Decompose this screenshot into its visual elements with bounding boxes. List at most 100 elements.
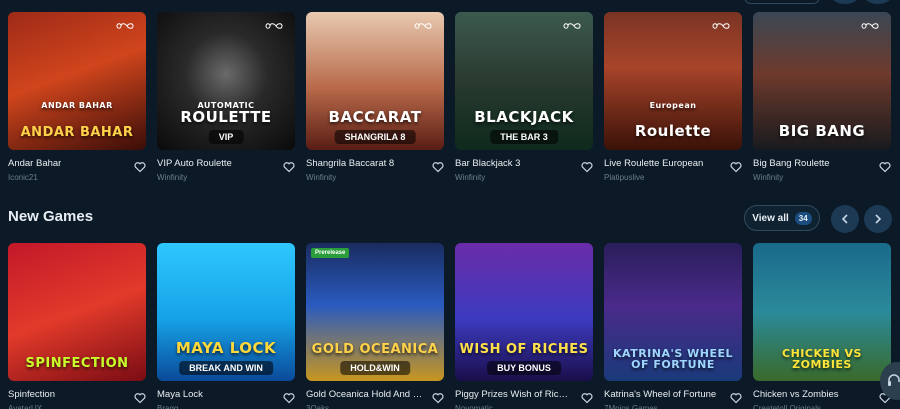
game-name[interactable]: Gold Oceanica Hold And Win	[306, 389, 424, 400]
game-card[interactable]: ANDAR BAHAR ANDAR BAHAR Andar Bahar Iconic2…	[8, 12, 146, 190]
top-next-partial[interactable]	[864, 0, 892, 4]
infinity-logo-icon	[861, 17, 883, 29]
game-meta: Piggy Prizes Wish of Riches Buy... Novoma…	[455, 389, 593, 409]
game-name[interactable]: Maya Lock	[157, 389, 203, 400]
game-meta: Katrina's Wheel of Fortune 7Mojos Games	[604, 389, 742, 409]
game-provider[interactable]: Winfinity	[455, 173, 520, 182]
game-thumbnail[interactable]: MAYA LOCK BREAK AND WIN	[157, 243, 295, 381]
game-name[interactable]: Spinfection	[8, 389, 55, 400]
top-prev-partial[interactable]	[831, 0, 859, 4]
game-provider[interactable]: Bragg	[157, 404, 203, 409]
favorite-heart-icon[interactable]	[432, 391, 444, 404]
prev-button[interactable]	[831, 205, 859, 233]
game-thumbnail[interactable]: Prerelease GOLD OCEANICA HOLD&WIN	[306, 243, 444, 381]
favorite-heart-icon[interactable]	[283, 160, 295, 173]
game-card[interactable]: MAYA LOCK BREAK AND WIN Maya Lock Bragg	[157, 243, 295, 409]
favorite-heart-icon[interactable]	[730, 391, 742, 404]
thumbnail-brand-text: ANDAR BAHAR	[41, 101, 113, 110]
game-card[interactable]: European Roulette Live Roulette European Pl…	[604, 12, 742, 190]
game-meta: Spinfection AvatarUX	[8, 389, 146, 409]
chevron-right-icon	[875, 214, 882, 224]
section-title: New Games	[8, 208, 94, 225]
favorite-heart-icon[interactable]	[581, 160, 593, 173]
game-meta: Gold Oceanica Hold And Win 3Oaks	[306, 389, 444, 409]
game-meta: VIP Auto Roulette Winfinity	[157, 158, 295, 190]
view-all-count-badge: 34	[794, 211, 812, 225]
favorite-heart-icon[interactable]	[581, 391, 593, 404]
thumbnail-title: ROULETTE	[180, 108, 272, 127]
game-meta: Chicken vs Zombies Createtoll Originals	[753, 389, 891, 409]
game-provider[interactable]: AvatarUX	[8, 404, 55, 409]
game-card[interactable]: Prerelease GOLD OCEANICA HOLD&WIN Gold Ocea…	[306, 243, 444, 409]
game-name[interactable]: Shangrila Baccarat 8	[306, 158, 394, 169]
game-name[interactable]: Live Roulette European	[604, 158, 703, 169]
game-thumbnail[interactable]: WISH OF RICHES BUY BONUS	[455, 243, 593, 381]
game-thumbnail[interactable]: SPINFECTION	[8, 243, 146, 381]
game-name[interactable]: VIP Auto Roulette	[157, 158, 232, 169]
game-thumbnail[interactable]: ANDAR BAHAR ANDAR BAHAR	[8, 12, 146, 150]
game-meta: Bar Blackjack 3 Winfinity	[455, 158, 593, 190]
game-provider[interactable]: Iconic21	[8, 173, 61, 182]
favorite-heart-icon[interactable]	[134, 391, 146, 404]
next-button[interactable]	[864, 205, 892, 233]
headset-icon	[888, 374, 900, 386]
view-all-button[interactable]: View all 34	[744, 205, 820, 231]
game-provider[interactable]: 7Mojos Games	[604, 404, 716, 409]
game-meta: Shangrila Baccarat 8 Winfinity	[306, 158, 444, 190]
game-card[interactable]: CHICKEN VS ZOMBIES Chicken vs Zombies Crea…	[753, 243, 891, 409]
game-card[interactable]: WISH OF RICHES BUY BONUS Piggy Prizes Wish…	[455, 243, 593, 409]
game-provider[interactable]: Winfinity	[306, 173, 394, 182]
game-name[interactable]: Andar Bahar	[8, 158, 61, 169]
game-thumbnail[interactable]: BLACKJACK THE BAR 3	[455, 12, 593, 150]
infinity-logo-icon	[563, 17, 585, 29]
game-thumbnail[interactable]: BIG BANG	[753, 12, 891, 150]
game-card[interactable]: BLACKJACK THE BAR 3 Bar Blackjack 3 Winfini…	[455, 12, 593, 190]
favorite-heart-icon[interactable]	[134, 160, 146, 173]
thumbnail-subtitle: HOLD&WIN	[340, 361, 410, 375]
thumbnail-title: BACCARAT	[328, 108, 422, 127]
favorite-heart-icon[interactable]	[879, 160, 891, 173]
thumbnail-title: MAYA LOCK	[175, 339, 277, 358]
game-provider[interactable]: Novomatic	[455, 404, 573, 409]
top-games-row: ANDAR BAHAR ANDAR BAHAR Andar Bahar Iconic2…	[8, 12, 891, 190]
top-view-all-partial[interactable]	[744, 0, 820, 4]
game-name[interactable]: Chicken vs Zombies	[753, 389, 839, 400]
thumbnail-subtitle: SHANGRILA 8	[334, 130, 416, 144]
favorite-heart-icon[interactable]	[283, 391, 295, 404]
game-card[interactable]: AUTOMATIC ROULETTE VIP VIP Auto Roulette Win…	[157, 12, 295, 190]
game-card[interactable]: KATRINA'S WHEEL OF FORTUNE Katrina's Whee…	[604, 243, 742, 409]
game-card[interactable]: BIG BANG Big Bang Roulette Winfinity	[753, 12, 891, 190]
thumbnail-title: CHICKEN VS ZOMBIES	[782, 346, 862, 372]
thumbnail-subtitle: VIP	[208, 130, 244, 144]
game-provider[interactable]: Winfinity	[157, 173, 232, 182]
game-name[interactable]: Katrina's Wheel of Fortune	[604, 389, 716, 400]
game-provider[interactable]: Platipuslive	[604, 173, 703, 182]
game-thumbnail[interactable]: CHICKEN VS ZOMBIES	[753, 243, 891, 381]
game-meta: Andar Bahar Iconic21	[8, 158, 146, 190]
game-thumbnail[interactable]: AUTOMATIC ROULETTE VIP	[157, 12, 295, 150]
thumbnail-title: SPINFECTION	[25, 356, 129, 372]
game-provider[interactable]: Createtoll Originals	[753, 404, 839, 409]
game-card[interactable]: BACCARAT SHANGRILA 8 Shangrila Baccarat 8 W…	[306, 12, 444, 190]
game-provider[interactable]: 3Oaks	[306, 404, 424, 409]
new-games-row: SPINFECTION Spinfection AvatarUX MAYA LOCK B…	[8, 243, 891, 409]
game-thumbnail[interactable]: European Roulette	[604, 12, 742, 150]
game-name[interactable]: Big Bang Roulette	[753, 158, 830, 169]
game-meta: Big Bang Roulette Winfinity	[753, 158, 891, 190]
thumbnail-title: BLACKJACK	[474, 108, 574, 127]
thumbnail-brand-text: European	[649, 101, 697, 110]
infinity-logo-icon	[712, 17, 734, 29]
game-meta: Maya Lock Bragg	[157, 389, 295, 409]
favorite-heart-icon[interactable]	[730, 160, 742, 173]
game-name[interactable]: Bar Blackjack 3	[455, 158, 520, 169]
game-name[interactable]: Piggy Prizes Wish of Riches Buy...	[455, 389, 573, 400]
favorite-heart-icon[interactable]	[432, 160, 444, 173]
game-provider[interactable]: Winfinity	[753, 173, 830, 182]
thumbnail-title: KATRINA'S WHEEL OF FORTUNE	[613, 346, 733, 372]
thumbnail-title: Roulette	[634, 122, 712, 141]
thumbnail-subtitle: THE BAR 3	[490, 130, 558, 144]
infinity-logo-icon	[265, 17, 287, 29]
game-card[interactable]: SPINFECTION Spinfection AvatarUX	[8, 243, 146, 409]
game-thumbnail[interactable]: BACCARAT SHANGRILA 8	[306, 12, 444, 150]
game-thumbnail[interactable]: KATRINA'S WHEEL OF FORTUNE	[604, 243, 742, 381]
